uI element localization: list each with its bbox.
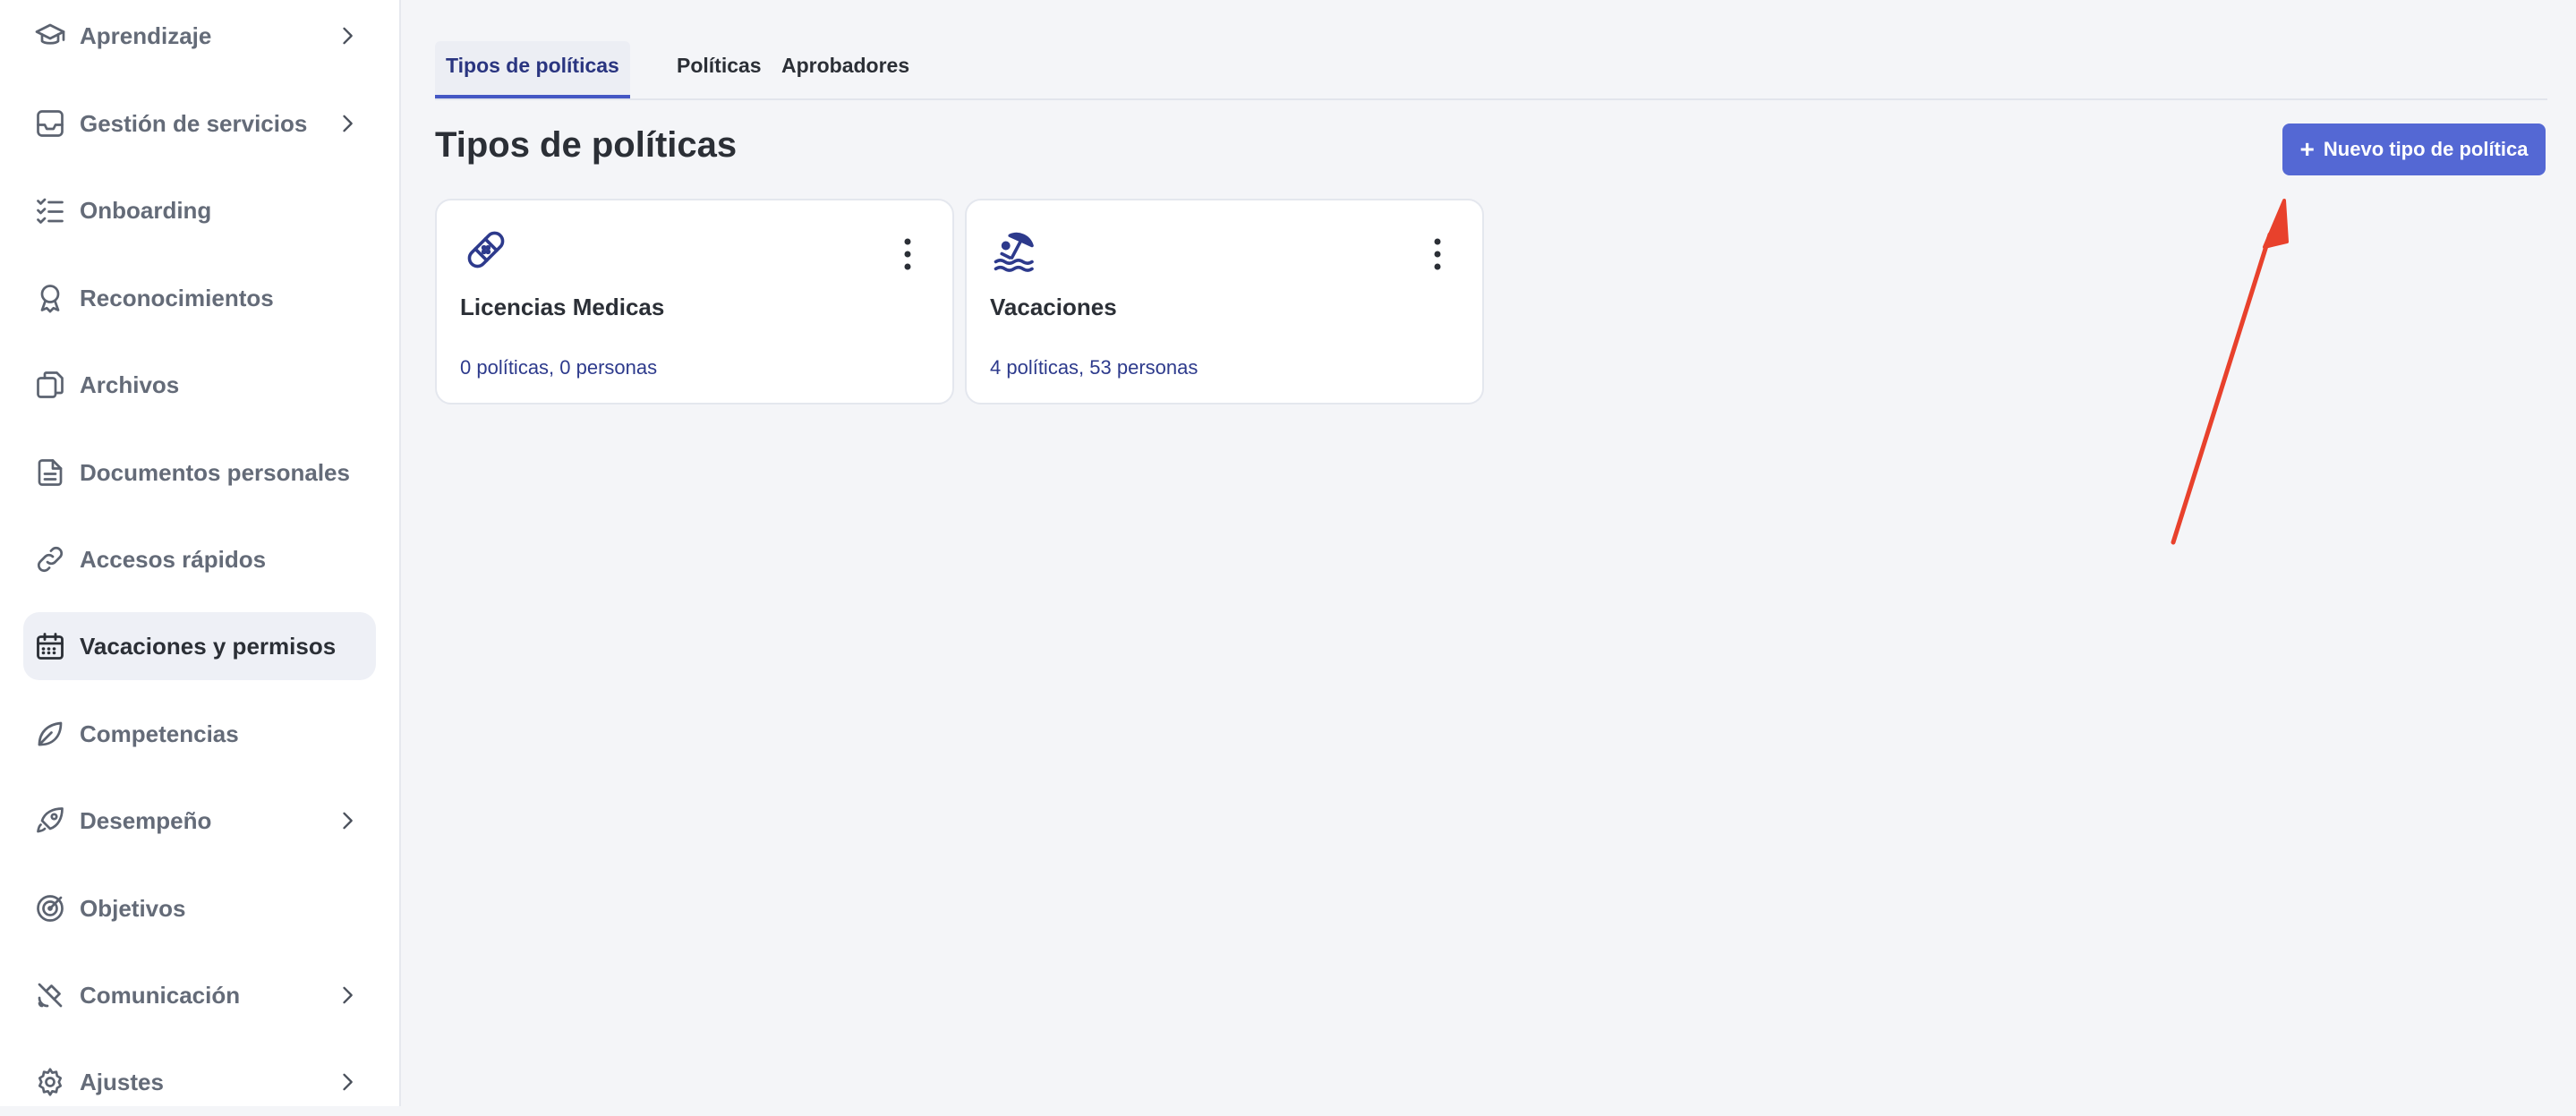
checklist-icon <box>34 194 66 226</box>
sidebar-item-label: Documentos personales <box>80 459 350 486</box>
chevron-right-icon[interactable] <box>335 983 360 1008</box>
leaf-icon <box>34 718 66 750</box>
sidebar-item-aprendizaje[interactable]: Aprendizaje <box>23 2 376 70</box>
chevron-right-icon[interactable] <box>335 808 360 833</box>
link-icon <box>34 543 66 575</box>
inbox-icon <box>34 107 66 140</box>
document-icon <box>34 456 66 489</box>
satellite-icon <box>34 979 66 1011</box>
tab-tipos-de-politicas[interactable]: Tipos de políticas <box>435 41 630 98</box>
more-options-icon[interactable] <box>902 236 913 272</box>
sidebar-item-label: Vacaciones y permisos <box>80 633 337 660</box>
tab-bar: Tipos de políticas Políticas Aprobadores <box>435 41 2547 100</box>
card-title: Vacaciones <box>990 294 1117 320</box>
sidebar: Aprendizaje Gestión de servicios Onboard… <box>0 0 401 1106</box>
card-title: Licencias Medicas <box>460 294 665 320</box>
policy-type-card[interactable]: Vacaciones 4 políticas, 53 personas <box>965 199 1484 405</box>
card-meta: 4 políticas, 53 personas <box>990 356 1198 379</box>
tab-aprobadores[interactable]: Aprobadores <box>771 41 920 98</box>
beach-umbrella-icon <box>992 226 1040 274</box>
new-policy-type-button[interactable]: + Nuevo tipo de política <box>2282 124 2546 175</box>
plus-icon: + <box>2299 135 2315 163</box>
new-policy-type-label: Nuevo tipo de política <box>2323 138 2529 160</box>
calendar-icon <box>34 630 66 662</box>
sidebar-item-label: Accesos rápidos <box>80 546 267 573</box>
rocket-icon <box>34 805 66 837</box>
sidebar-item-label: Desempeño <box>80 807 212 834</box>
files-icon <box>34 369 66 401</box>
sidebar-item-vacaciones-permisos[interactable]: Vacaciones y permisos <box>23 612 376 680</box>
chevron-right-icon[interactable] <box>335 1069 360 1095</box>
sidebar-item-label: Competencias <box>80 720 239 747</box>
policy-type-card[interactable]: Licencias Medicas 0 políticas, 0 persona… <box>435 199 954 405</box>
sidebar-item-comunicacion[interactable]: Comunicación <box>23 961 376 1029</box>
gear-icon <box>34 1066 66 1098</box>
sidebar-item-accesos-rapidos[interactable]: Accesos rápidos <box>23 525 376 593</box>
sidebar-item-documentos-personales[interactable]: Documentos personales <box>23 439 376 507</box>
award-ribbon-icon <box>34 282 66 314</box>
sidebar-item-objetivos[interactable]: Objetivos <box>23 874 376 942</box>
graduation-cap-icon <box>34 20 66 52</box>
tab-politicas[interactable]: Políticas <box>666 41 772 98</box>
bandage-icon <box>462 226 510 274</box>
sidebar-item-label: Comunicación <box>80 982 241 1009</box>
sidebar-item-competencias[interactable]: Competencias <box>23 700 376 768</box>
sidebar-item-label: Objetivos <box>80 895 186 922</box>
sidebar-item-desempeno[interactable]: Desempeño <box>23 787 376 855</box>
chevron-right-icon[interactable] <box>335 111 360 136</box>
sidebar-item-label: Onboarding <box>80 197 212 224</box>
main-content: Tipos de políticas Políticas Aprobadores… <box>401 0 2576 1106</box>
page-title: Tipos de políticas <box>435 125 738 165</box>
sidebar-item-label: Reconocimientos <box>80 285 274 311</box>
sidebar-item-reconocimientos[interactable]: Reconocimientos <box>23 264 376 332</box>
sidebar-item-onboarding[interactable]: Onboarding <box>23 176 376 244</box>
sidebar-item-gestion-servicios[interactable]: Gestión de servicios <box>23 89 376 158</box>
card-meta: 0 políticas, 0 personas <box>460 356 658 379</box>
sidebar-item-label: Gestión de servicios <box>80 110 308 137</box>
sidebar-item-label: Aprendizaje <box>80 22 212 49</box>
target-icon <box>34 892 66 924</box>
sidebar-item-label: Archivos <box>80 371 180 398</box>
chevron-right-icon[interactable] <box>335 23 360 48</box>
sidebar-item-archivos[interactable]: Archivos <box>23 351 376 419</box>
more-options-icon[interactable] <box>1432 236 1443 272</box>
